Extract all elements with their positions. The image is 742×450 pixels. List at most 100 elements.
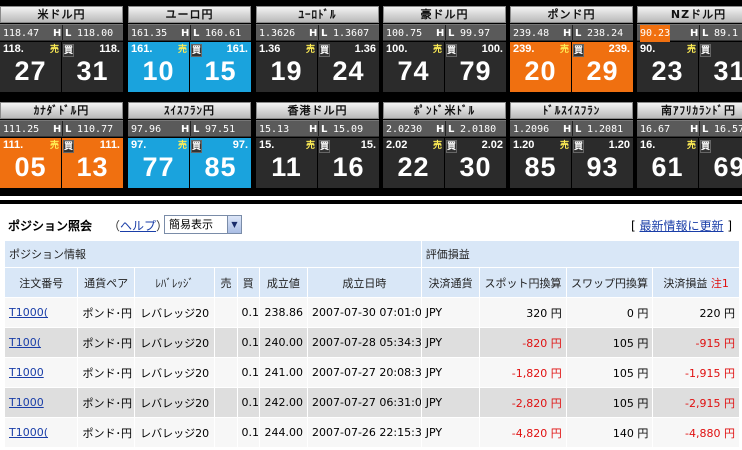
rate-tile[interactable]: ﾕｰﾛﾄﾞﾙ 1.3626 H L 1.3607 1.36 売 19 買 1.36 24 <box>256 3 379 92</box>
spot-jpy-cell: -1,820 円 <box>479 357 567 388</box>
ask-prefix: 2.02 <box>481 139 503 151</box>
spot-jpy-cell-value: -4,820 円 <box>511 426 562 440</box>
table-body: T1000(ポンド･円 レバレッジ20 0.1 238.86 2007-07-30 07… <box>4 297 740 448</box>
swap-jpy-cell-value: 105 円 <box>612 336 649 350</box>
bid-pips: 27 <box>14 56 47 86</box>
rate-tile[interactable]: ﾄﾞﾙｽｲｽﾌﾗﾝ 1.2096 H L 1.2081 1.20 売 85 買 1.20 93 <box>510 99 633 188</box>
currency-pair-cell: ポンド･円 <box>77 327 135 358</box>
rate-tile[interactable]: NZドル円 90.23 HL 89.1 90.売23買90.31 <box>637 3 742 92</box>
sell-button[interactable]: 16. 売 61 <box>637 138 698 188</box>
leverage-cell: レバレッジ20 <box>133 327 216 358</box>
rate-tile[interactable]: ｶﾅﾀﾞﾄﾞﾙ円 111.25 H L 110.77 111. 売 05 買 111. 13 <box>0 99 123 188</box>
position-table-wrap: ポジション情報 評価損益 注文番号 通貨ペア ﾚﾊﾞﾚｯｼﾞ 売買成立値 成立日時 決済通… <box>4 240 740 450</box>
sell-qty-cell <box>214 327 238 358</box>
low-mark: L <box>448 28 455 39</box>
refresh-link[interactable]: 最新情報に更新 <box>639 219 723 233</box>
buy-button[interactable]: 買 1.20 93 <box>572 138 633 188</box>
sell-button[interactable]: 15. 売 11 <box>256 138 317 188</box>
order-number-link[interactable]: T1000 <box>9 366 44 379</box>
rate-board: 米ドル円 118.47 H L 118.00 118. 売 27 買 118. 31 ユーロ円 161.… <box>0 0 742 196</box>
column-header-label: スワップ円換算 <box>571 276 649 290</box>
low-value: 99.97 <box>460 28 491 39</box>
low-value: 110.77 <box>77 124 114 135</box>
sell-button[interactable]: 111. 売 05 <box>0 138 61 188</box>
view-mode-value: 簡易表示 <box>169 218 213 231</box>
sell-button[interactable]: 100. 売 74 <box>383 42 444 92</box>
sell-button[interactable]: 118. 売 27 <box>0 42 61 92</box>
pnl-cell: -2,915 円 <box>652 387 740 418</box>
quote-area: 111. 売 05 買 111. 13 <box>0 138 123 188</box>
view-mode-select[interactable]: 簡易表示 ▼ <box>164 215 242 234</box>
bid-pips: 23 <box>651 56 684 86</box>
rate-tile[interactable]: ポンド円 239.48 H L 238.24 239. 売 20 買 239. 29 <box>510 3 633 92</box>
column-header-label: ﾚﾊﾞﾚｯｼﾞ <box>155 276 194 290</box>
quote-area: 97. 売 77 買 97. 85 <box>128 138 251 188</box>
order-number-link[interactable]: T100( <box>9 336 41 349</box>
pnl-cell-value: -2,915 円 <box>685 396 735 410</box>
ask-pips: 79 <box>459 56 492 86</box>
settle-currency-cell-value: JPY <box>425 336 443 349</box>
bid-prefix: 239. <box>513 43 535 55</box>
order-number-cell: T1000 <box>4 387 79 418</box>
buy-button[interactable]: 買 2.02 30 <box>445 138 506 188</box>
column-header: 決済損益 注1 <box>652 267 740 298</box>
order-number-cell: T100( <box>4 327 79 358</box>
high-low-row: 111.25 H L 110.77 <box>0 120 123 137</box>
chevron-down-icon[interactable]: ▼ <box>227 216 241 233</box>
buy-button[interactable]: 買 1.36 24 <box>318 42 379 92</box>
rate-tile[interactable]: ユーロ円 161.35 H L 160.61 161. 売 10 買 161. 15 <box>128 3 251 92</box>
help-link[interactable]: ヘルプ <box>120 219 156 233</box>
buy-button[interactable]: 買 15. 16 <box>318 138 379 188</box>
buy-button[interactable]: 買 97. 85 <box>190 138 251 188</box>
buy-button[interactable]: 買 161. 15 <box>190 42 251 92</box>
low-value: 16.57 <box>714 124 742 135</box>
rate-tile[interactable]: 香港ドル円 15.13 H L 15.09 15. 売 11 買 15. 16 <box>256 99 379 188</box>
sell-button[interactable]: 90. 売 23 <box>637 42 698 92</box>
order-number-link[interactable]: T1000 <box>9 396 44 409</box>
buy-button[interactable]: 買90.31 <box>699 42 742 92</box>
ask-prefix: 118. <box>99 43 120 55</box>
buy-button[interactable]: 買16.69 <box>699 138 742 188</box>
settle-currency-cell-value: JPY <box>425 306 443 319</box>
buy-button[interactable]: 買 100. 79 <box>445 42 506 92</box>
rate-tile[interactable]: 南ｱﾌﾘｶﾗﾝﾄﾞ円 16.67 HL 16.57 16.売61買16.69 <box>637 99 742 188</box>
rate-tile[interactable]: ｽｲｽﾌﾗﾝ円 97.96 H L 97.51 97. 売 77 買 97. 85 <box>128 99 251 188</box>
high-low-row: 90.23 H L 89.1 <box>637 24 742 42</box>
quote-area: 2.02 売 22 買 2.02 30 <box>383 138 506 188</box>
sell-button[interactable]: 239. 売 20 <box>510 42 571 92</box>
position-table: ポジション情報 評価損益 注文番号 通貨ペア ﾚﾊﾞﾚｯｼﾞ 売買成立値 成立日時 決済通… <box>4 240 740 448</box>
sell-button[interactable]: 161. 売 10 <box>128 42 189 92</box>
high-mark: H <box>436 28 445 39</box>
buy-button[interactable]: 買 239. 29 <box>572 42 633 92</box>
high-value: 15.13 <box>259 124 290 135</box>
currency-pair-name: ユーロ円 <box>128 6 251 23</box>
leverage-cell-value: レバレッジ20 <box>140 396 210 410</box>
buy-button[interactable]: 買 111. 13 <box>62 138 123 188</box>
order-number-link[interactable]: T1000( <box>9 306 48 319</box>
table-row: T1000 ポンド･円 レバレッジ20 0.1 242.00 2007-07-27 06:… <box>4 387 740 418</box>
order-number-link[interactable]: T1000( <box>9 426 48 439</box>
rate-tile[interactable]: 豪ドル円 100.75 H L 99.97 100. 売 74 買 100. 79 <box>383 3 506 92</box>
leverage-cell-value: レバレッジ20 <box>140 426 210 440</box>
sell-button[interactable]: 1.36 売 19 <box>256 42 317 92</box>
sell-button[interactable]: 2.02 売 22 <box>383 138 444 188</box>
currency-pair-name: 南ｱﾌﾘｶﾗﾝﾄﾞ円 <box>637 102 742 119</box>
spot-jpy-cell-value: -1,820 円 <box>511 366 562 380</box>
rate-tile[interactable]: ﾎﾟﾝﾄﾞ米ﾄﾞﾙ 2.0230 H L 2.0180 2.02 売 22 買 2.02 30 <box>383 99 506 188</box>
sell-button[interactable]: 1.20 売 85 <box>510 138 571 188</box>
low-mark: L <box>65 28 72 39</box>
buy-qty-cell-value: 0.1 <box>241 366 260 379</box>
column-header-label: スポット円換算 <box>484 276 562 290</box>
column-header: 成立日時 <box>306 267 422 298</box>
column-header: 注文番号 <box>4 267 79 298</box>
sell-button[interactable]: 97. 売 77 <box>128 138 189 188</box>
swap-jpy-cell-value: 0 円 <box>626 306 649 320</box>
ask-pips: 31 <box>76 56 109 86</box>
buy-button[interactable]: 買 118. 31 <box>62 42 123 92</box>
settle-currency-cell: JPY <box>420 387 481 418</box>
price-cell-value: 238.86 <box>264 306 303 319</box>
low-mark: L <box>65 124 72 135</box>
rate-tile[interactable]: 米ドル円 118.47 H L 118.00 118. 売 27 買 118. 31 <box>0 3 123 92</box>
quote-area: 15. 売 11 買 15. 16 <box>256 138 379 188</box>
high-value: 1.2096 <box>513 124 550 135</box>
